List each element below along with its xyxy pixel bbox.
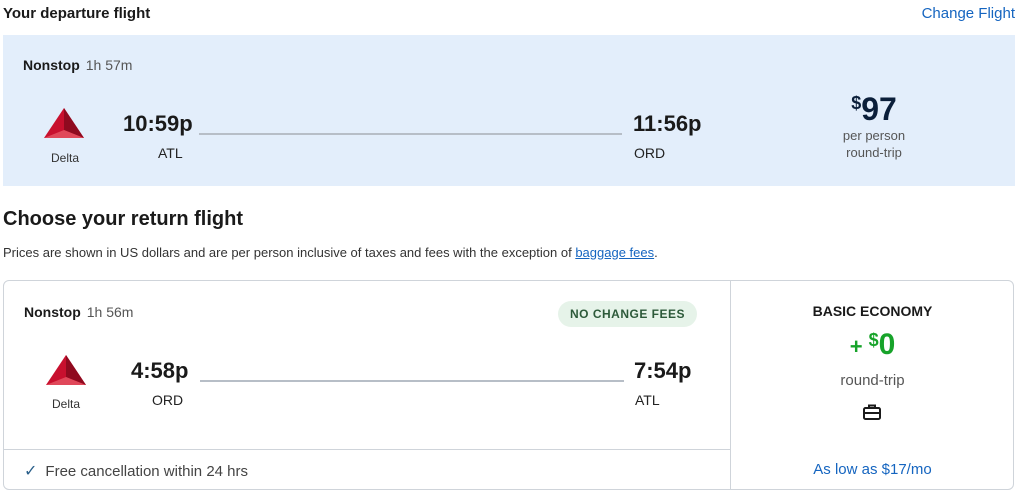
departure-stops-label: Nonstop (23, 57, 80, 73)
fare-round-trip: round-trip (840, 372, 905, 389)
return-arrive-time: 7:54p (634, 358, 692, 383)
monthly-price-link[interactable]: As low as $17/mo (731, 461, 1014, 478)
baggage-fees-link[interactable]: baggage fees (575, 245, 654, 260)
fare-price: + $0 (731, 328, 1014, 362)
return-stops-label: Nonstop (24, 304, 81, 320)
departure-price-round-trip: round-trip (846, 145, 902, 160)
no-change-fees-badge: NO CHANGE FEES (558, 301, 698, 327)
price-note: Prices are shown in US dollars and are p… (3, 245, 658, 260)
cancel-divider (4, 449, 730, 450)
return-heading: Choose your return flight (3, 208, 243, 230)
fare-price-amount: 0 (878, 328, 896, 361)
departure-route-line (199, 133, 622, 135)
departure-depart-time: 10:59p (123, 111, 193, 136)
price-note-end: . (654, 245, 658, 260)
return-route-line (200, 380, 624, 382)
departure-heading: Your departure flight (3, 5, 151, 22)
return-depart-code: ORD (152, 392, 184, 408)
fare-price-symbol: $ (868, 330, 879, 350)
return-arrive-code: ATL (635, 392, 660, 408)
departure-duration: 1h 57m (85, 57, 133, 73)
free-cancellation: ✓ Free cancellation within 24 hrs (24, 461, 248, 481)
departure-arrive-time: 11:56p (633, 111, 702, 136)
departure-price-symbol: $ (851, 93, 862, 113)
departure-price-caption: per person round-trip (824, 127, 924, 161)
briefcase-icon (862, 402, 882, 427)
departure-depart-code: ATL (158, 145, 183, 161)
change-flight-link[interactable]: Change Flight (922, 5, 1015, 22)
return-stops: Nonstop 1h 56m (24, 304, 133, 320)
free-cancellation-text: Free cancellation within 24 hrs (45, 463, 249, 480)
delta-logo-icon (46, 355, 88, 392)
price-note-text: Prices are shown in US dollars and are p… (3, 245, 576, 260)
fare-price-plus: + (849, 334, 863, 359)
departure-airline-name: Delta (50, 151, 79, 165)
departure-price: $97 (830, 91, 918, 128)
fare-name: BASIC ECONOMY (812, 303, 933, 319)
check-icon: ✓ (24, 463, 38, 480)
departure-price-amount: 97 (861, 91, 897, 127)
return-depart-time: 4:58p (131, 358, 189, 383)
delta-logo-icon (44, 108, 86, 145)
return-airline-name: Delta (51, 397, 80, 411)
departure-stops: Nonstop 1h 57m (23, 57, 132, 73)
departure-arrive-code: ORD (634, 145, 666, 161)
return-duration: 1h 56m (86, 304, 134, 320)
departure-price-per-person: per person (842, 128, 906, 143)
